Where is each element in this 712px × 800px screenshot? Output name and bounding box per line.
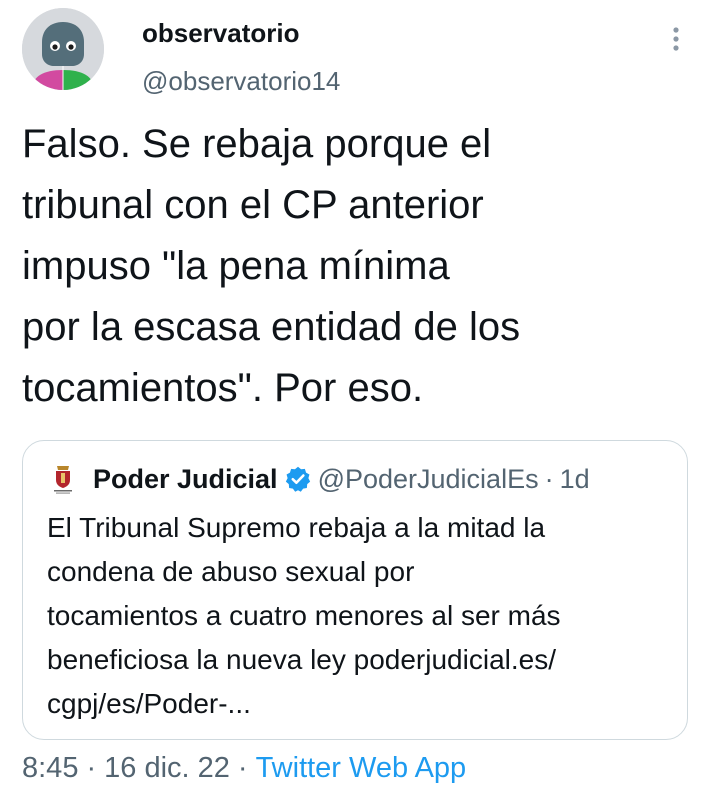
tweet-footer: 8:45 · 16 dic. 22 · Twitter Web App xyxy=(22,752,466,785)
author-avatar[interactable] xyxy=(22,8,104,90)
tweet-text-line: impuso "la pena mínima xyxy=(22,244,450,288)
quoted-handle[interactable]: @PoderJudicialEs xyxy=(318,464,539,495)
quoted-tweet-text: El Tribunal Supremo rebaja a la mitad la… xyxy=(47,506,677,726)
tweet-text: Falso. Se rebaja porque el tribunal con … xyxy=(22,114,692,419)
tweet-text-line: por la escasa entidad de los xyxy=(22,305,521,349)
quoted-display-name[interactable]: Poder Judicial xyxy=(93,464,278,495)
separator-dot: · xyxy=(544,463,554,494)
separator-dot: · xyxy=(86,752,97,784)
tweet-source-link[interactable]: Twitter Web App xyxy=(256,752,467,784)
separator-dot: · xyxy=(237,752,248,784)
quoted-timestamp[interactable]: 1d xyxy=(560,464,590,495)
tweet-text-line: Falso. Se rebaja porque el xyxy=(22,122,492,166)
quoted-text-line: condena de abuso sexual por xyxy=(47,556,415,587)
quoted-tweet-header: Poder Judicial @PoderJudicialEs · 1d xyxy=(47,459,590,499)
more-options-icon[interactable] xyxy=(664,22,688,58)
court-emblem-icon[interactable] xyxy=(47,463,79,495)
tweet-text-line: tocamientos". Por eso. xyxy=(22,366,424,410)
tweet-date[interactable]: 16 dic. 22 xyxy=(104,752,230,784)
robot-avatar-icon xyxy=(22,8,104,90)
author-handle[interactable]: @observatorio14 xyxy=(142,66,340,97)
author-display-name[interactable]: observatorio xyxy=(142,18,300,49)
quoted-tweet-card[interactable]: Poder Judicial @PoderJudicialEs · 1d El … xyxy=(22,440,688,740)
verified-badge-icon xyxy=(284,465,312,493)
quoted-text-line: beneficiosa la nueva ley poderjudicial.e… xyxy=(47,644,556,675)
tweet-time[interactable]: 8:45 xyxy=(22,752,78,784)
quoted-text-line: cgpj/es/Poder-... xyxy=(47,688,251,719)
tweet: observatorio @observatorio14 Falso. Se r… xyxy=(0,0,712,800)
quoted-text-line: El Tribunal Supremo rebaja a la mitad la xyxy=(47,512,546,543)
quoted-text-line: tocamientos a cuatro menores al ser más xyxy=(47,600,561,631)
tweet-text-line: tribunal con el CP anterior xyxy=(22,183,484,227)
